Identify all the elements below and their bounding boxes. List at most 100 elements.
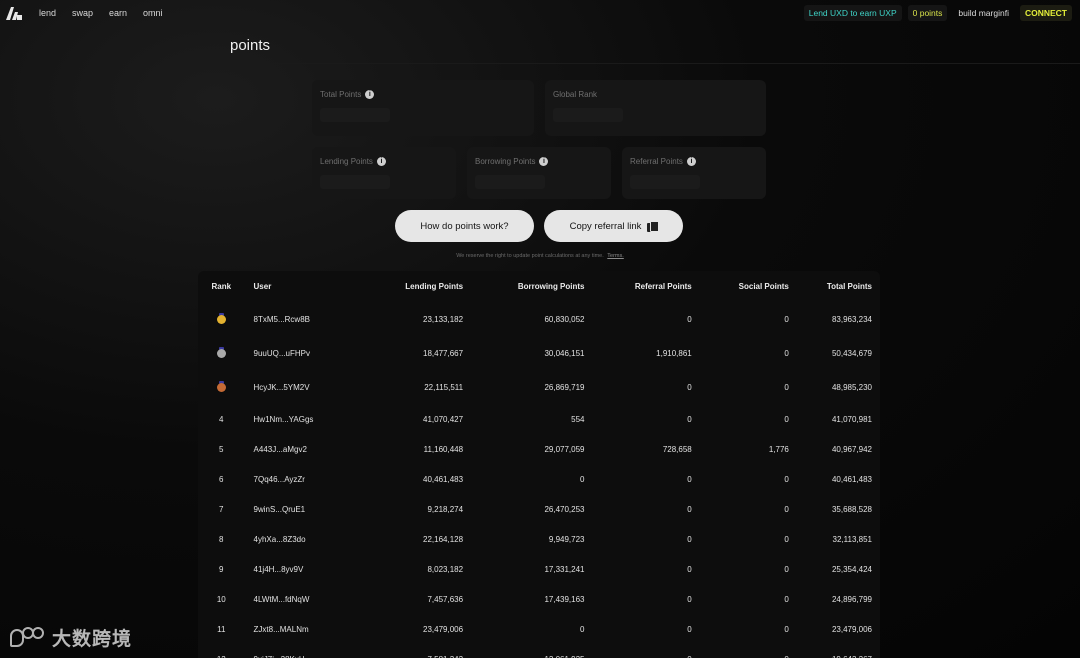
user-cell: HcyJK...5YM2V bbox=[253, 382, 310, 392]
social-points-cell: 1,776 bbox=[768, 444, 789, 454]
borrowing-points-cell: 60,830,052 bbox=[544, 314, 585, 324]
borrowing-points-cell: 29,077,059 bbox=[544, 444, 585, 454]
column-header-rank[interactable]: Rank bbox=[198, 271, 245, 302]
social-points-cell: 0 bbox=[784, 382, 789, 392]
table-row[interactable]: HcyJK...5YM2V 22,115,511 26,869,719 0 0 48,98… bbox=[198, 370, 880, 404]
referral-points-card: Referral Points i bbox=[622, 147, 766, 199]
total-points-cell: 25,354,424 bbox=[831, 564, 872, 574]
total-points-cell: 83,963,234 bbox=[831, 314, 872, 324]
social-points-cell: 0 bbox=[692, 644, 788, 658]
table-row[interactable]: 129xiJ7i...28KxH7,581,34212,061,9250019,… bbox=[198, 644, 880, 658]
column-header-lending-points[interactable]: Lending Points bbox=[346, 271, 463, 302]
table-header-row: Rank User Lending Points Borrowing Point… bbox=[198, 271, 880, 302]
user-cell: A443J...aMgv2 bbox=[253, 444, 307, 454]
leaderboard-table: Rank User Lending Points Borrowing Point… bbox=[198, 271, 880, 658]
table-row[interactable]: 8 4yhXa...8Z3do 22,164,128 9,949,723 0 0 32,11… bbox=[198, 524, 880, 554]
info-icon[interactable]: i bbox=[539, 157, 549, 166]
total-points-value bbox=[320, 108, 390, 122]
borrowing-points-value bbox=[475, 175, 545, 189]
how-points-work-button[interactable]: How do points work? bbox=[395, 210, 534, 242]
column-header-total-points[interactable]: Total Points bbox=[789, 271, 880, 302]
rank-cell: 9 bbox=[219, 564, 224, 574]
lend-uxd-banner[interactable]: Lend UXD to earn UXP bbox=[803, 5, 902, 21]
header-divider bbox=[200, 63, 1080, 64]
info-icon[interactable]: i bbox=[686, 157, 696, 166]
lending-points-cell: 8,023,182 bbox=[427, 564, 464, 574]
total-points-cell: 48,985,230 bbox=[831, 382, 872, 392]
lending-points-value bbox=[320, 175, 390, 189]
gold-medal-icon bbox=[216, 312, 226, 324]
borrowing-points-cell: 26,470,253 bbox=[544, 504, 585, 514]
referral-points-cell: 1,910,861 bbox=[656, 348, 692, 358]
user-cell: 41j4H...8yv9V bbox=[253, 564, 304, 574]
lending-points-cell: 40,461,483 bbox=[423, 474, 464, 484]
total-points-cell: 32,113,851 bbox=[832, 534, 872, 544]
silver-medal-icon bbox=[216, 346, 226, 358]
info-icon[interactable]: i bbox=[376, 157, 386, 166]
nav-swap-link[interactable]: swap bbox=[72, 8, 93, 18]
lending-points-cell: 23,479,006 bbox=[423, 624, 464, 634]
user-cell: 9uuUQ...uFHPv bbox=[253, 348, 310, 358]
lending-points-label: Lending Points bbox=[320, 157, 373, 166]
table-row[interactable]: 6 7Qq46...AyzZr 40,461,483 0 0 0 40,461,483 bbox=[198, 464, 880, 494]
borrowing-points-cell: 554 bbox=[571, 414, 585, 424]
lending-points-cell: 41,070,427 bbox=[423, 414, 464, 424]
referral-points-cell: 0 bbox=[687, 474, 692, 484]
total-points-cell: 40,461,483 bbox=[831, 474, 872, 484]
rank-cell bbox=[198, 370, 245, 404]
social-points-cell: 0 bbox=[784, 314, 789, 324]
nav-earn-link[interactable]: earn bbox=[109, 8, 127, 18]
user-cell: 9winS...QruE1 bbox=[253, 504, 306, 514]
copy-referral-link-button[interactable]: Copy referral link bbox=[544, 210, 683, 242]
rank-cell: 10 bbox=[216, 594, 226, 604]
disclaimer-text: We reserve the right to update point cal… bbox=[456, 253, 604, 259]
user-cell: ZJxt8...MALNm bbox=[253, 624, 309, 634]
info-icon[interactable]: i bbox=[365, 90, 375, 99]
social-points-cell: 0 bbox=[784, 348, 789, 358]
referral-points-cell: 728,658 bbox=[662, 444, 692, 454]
social-points-cell: 0 bbox=[784, 504, 789, 514]
rank-cell: 8 bbox=[219, 534, 224, 544]
table-row[interactable]: 7 9winS...QruE1 9,218,274 26,470,253 0 0 35,68… bbox=[198, 494, 880, 524]
lending-points-cell: 18,477,667 bbox=[423, 348, 464, 358]
social-points-cell: 0 bbox=[784, 624, 789, 634]
global-rank-card: Global Rank bbox=[545, 80, 766, 136]
disclaimer: We reserve the right to update point cal… bbox=[0, 253, 1080, 259]
column-header-user[interactable]: User bbox=[245, 271, 346, 302]
connect-button[interactable]: CONNECT bbox=[1019, 5, 1072, 21]
table-row[interactable]: 4 Hw1Nm...YAGgs 41,070,427 554 0 0 41,070,981 bbox=[198, 404, 880, 434]
marginfi-logo-icon[interactable] bbox=[5, 5, 23, 21]
terms-link[interactable]: Terms. bbox=[607, 253, 624, 259]
header-actions: Lend UXD to earn UXP 0 points build marg… bbox=[798, 5, 1072, 21]
referral-points-cell: 0 bbox=[687, 414, 692, 424]
leaderboard-rows: 8TxM5...Rcw8B 23,133,182 60,830,052 0 0 83,96… bbox=[198, 302, 880, 658]
social-points-cell: 0 bbox=[784, 594, 789, 604]
total-points-cell: 50,434,679 bbox=[831, 348, 872, 358]
referral-points-cell: 0 bbox=[687, 564, 692, 574]
table-row[interactable]: 10 4LWtM...fdNqW 7,457,636 17,439,163 0 0 24,8… bbox=[198, 584, 880, 614]
user-cell: 4yhXa...8Z3do bbox=[253, 534, 306, 544]
rank-cell: 11 bbox=[217, 624, 226, 634]
social-points-cell: 0 bbox=[784, 564, 789, 574]
watermark-text: 大数跨境 bbox=[52, 628, 133, 650]
lending-points-cell: 9,218,274 bbox=[427, 504, 464, 514]
table-row[interactable]: 9 41j4H...8yv9V 8,023,182 17,331,241 0 0 25,35… bbox=[198, 554, 880, 584]
table-row[interactable]: 11 ZJxt8...MALNm 23,479,006 0 0 0 23,479,006 bbox=[198, 614, 880, 644]
borrowing-points-cell: 30,046,151 bbox=[544, 348, 585, 358]
lending-points-cell: 22,164,128 bbox=[423, 534, 464, 544]
referral-points-cell: 0 bbox=[687, 504, 692, 514]
nav-omni-link[interactable]: omni bbox=[143, 8, 163, 18]
lending-points-cell: 22,115,511 bbox=[424, 382, 464, 392]
user-cell: 4LWtM...fdNqW bbox=[253, 594, 310, 604]
total-points-cell: 41,070,981 bbox=[831, 414, 872, 424]
build-marginfi-link[interactable]: build marginfi bbox=[953, 5, 1014, 21]
points-badge[interactable]: 0 points bbox=[907, 5, 948, 21]
nav-lend-link[interactable]: lend bbox=[39, 8, 56, 18]
column-header-referral-points[interactable]: Referral Points bbox=[585, 271, 692, 302]
table-row[interactable]: 5 A443J...aMgv2 11,160,448 29,077,059 728,65… bbox=[198, 434, 880, 464]
referral-points-label: Referral Points bbox=[630, 157, 683, 166]
table-row[interactable]: 9uuUQ...uFHPv 18,477,667 30,046,151 1,910,8… bbox=[198, 336, 880, 370]
table-row[interactable]: 8TxM5...Rcw8B 23,133,182 60,830,052 0 0 83,96… bbox=[198, 302, 880, 336]
column-header-social-points[interactable]: Social Points bbox=[692, 271, 789, 302]
column-header-borrowing-points[interactable]: Borrowing Points bbox=[463, 271, 585, 302]
